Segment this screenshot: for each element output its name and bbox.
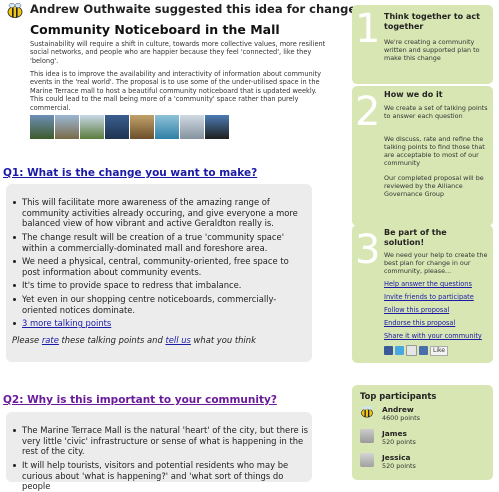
photo-thumbnail[interactable] xyxy=(155,115,179,139)
step-number: 1 xyxy=(355,6,381,52)
idea-description-1: Sustainability will require a shift in c… xyxy=(30,40,326,65)
more-talking-points-link[interactable]: 3 more talking points xyxy=(22,318,111,328)
step-number: 2 xyxy=(355,89,381,135)
top-participants-panel: Top participants Andrew 4600 points Jame… xyxy=(352,385,493,480)
photo-thumbnail[interactable] xyxy=(105,115,129,139)
photo-thumbnail[interactable] xyxy=(55,115,79,139)
photo-thumbnail[interactable] xyxy=(30,115,54,139)
photo-thumbnail[interactable] xyxy=(80,115,104,139)
suggestion-heading: Andrew Outhwaite suggested this idea for… xyxy=(30,2,361,16)
step-2-panel: 2 How we do it We create a set of talkin… xyxy=(352,86,493,226)
avatar-icon xyxy=(360,453,374,467)
participant-points: 520 points xyxy=(382,438,416,446)
share-community-link[interactable]: Share it with your community xyxy=(384,332,482,340)
question-2-box: The Marine Terrace Mall is the natural '… xyxy=(6,412,312,491)
avatar-icon xyxy=(360,429,374,443)
question-2-heading[interactable]: Q2: Why is this important to your commun… xyxy=(3,394,277,406)
talking-point: This will facilitate more awareness of t… xyxy=(13,197,308,229)
participant-row[interactable]: James 520 points xyxy=(360,429,480,447)
rate-link[interactable]: rate xyxy=(42,335,59,345)
step-3-panel: 3 Be part of the solution! We need your … xyxy=(352,225,493,363)
photo-thumbnail[interactable] xyxy=(205,115,229,139)
twitter-icon[interactable] xyxy=(395,346,404,355)
step-heading: How we do it xyxy=(384,90,443,99)
talking-point: The Marine Terrace Mall is the natural '… xyxy=(13,425,308,457)
step-text: We need your help to create the best pla… xyxy=(384,251,488,275)
follow-proposal-link[interactable]: Follow this proposal xyxy=(384,306,449,314)
talking-point: The change result will be creation of a … xyxy=(13,232,308,253)
bee-icon xyxy=(7,3,23,18)
rate-prompt: Please rate these talking points and tel… xyxy=(12,335,256,345)
question-1-heading[interactable]: Q1: What is the change you want to make? xyxy=(3,167,257,179)
step-text: We create a set of talking points to ans… xyxy=(384,104,488,120)
email-icon[interactable] xyxy=(406,345,417,356)
top-participants-heading: Top participants xyxy=(360,391,437,401)
step-number: 3 xyxy=(355,227,381,273)
step-text: Our completed proposal will be reviewed … xyxy=(384,174,484,198)
step-text: We discuss, rate and refine the talking … xyxy=(384,135,485,167)
share-icons: Like xyxy=(384,345,448,356)
photo-thumbnail[interactable] xyxy=(180,115,204,139)
more-talking-points-item: 3 more talking points xyxy=(13,318,308,329)
invite-friends-link[interactable]: Invite friends to participate xyxy=(384,293,474,301)
bee-avatar-icon xyxy=(361,406,373,418)
photo-strip xyxy=(30,115,229,139)
step-text: We're creating a community written and s… xyxy=(384,38,480,62)
participant-name: Jessica xyxy=(382,453,411,462)
idea-description-2: This idea is to improve the availability… xyxy=(30,70,321,112)
talking-point: It's time to provide space to redress th… xyxy=(13,280,308,291)
participant-points: 4600 points xyxy=(382,414,420,422)
participant-name: James xyxy=(382,429,407,438)
participant-points: 520 points xyxy=(382,462,416,470)
endorse-proposal-link[interactable]: Endorse this proposal xyxy=(384,319,455,327)
participant-row[interactable]: Jessica 520 points xyxy=(360,453,480,471)
facebook-like-icon[interactable] xyxy=(419,346,428,355)
idea-title: Community Noticeboard in the Mall xyxy=(30,22,280,37)
tell-us-link[interactable]: tell us xyxy=(165,335,190,345)
like-button[interactable]: Like xyxy=(430,345,448,356)
step-1-panel: 1 Think together to act together We're c… xyxy=(352,5,493,84)
help-answer-link[interactable]: Help answer the questions xyxy=(384,280,472,288)
talking-point: Yet even in our shopping centre noticebo… xyxy=(13,294,308,315)
step-heading: Think together to act together xyxy=(384,12,480,31)
participant-row[interactable]: Andrew 4600 points xyxy=(360,405,480,423)
facebook-icon[interactable] xyxy=(384,346,393,355)
photo-thumbnail[interactable] xyxy=(130,115,154,139)
participant-name: Andrew xyxy=(382,405,414,414)
talking-point: We need a physical, central, community-o… xyxy=(13,256,308,277)
question-1-box: This will facilitate more awareness of t… xyxy=(6,184,312,362)
step-heading: Be part of the solution! xyxy=(384,228,447,247)
